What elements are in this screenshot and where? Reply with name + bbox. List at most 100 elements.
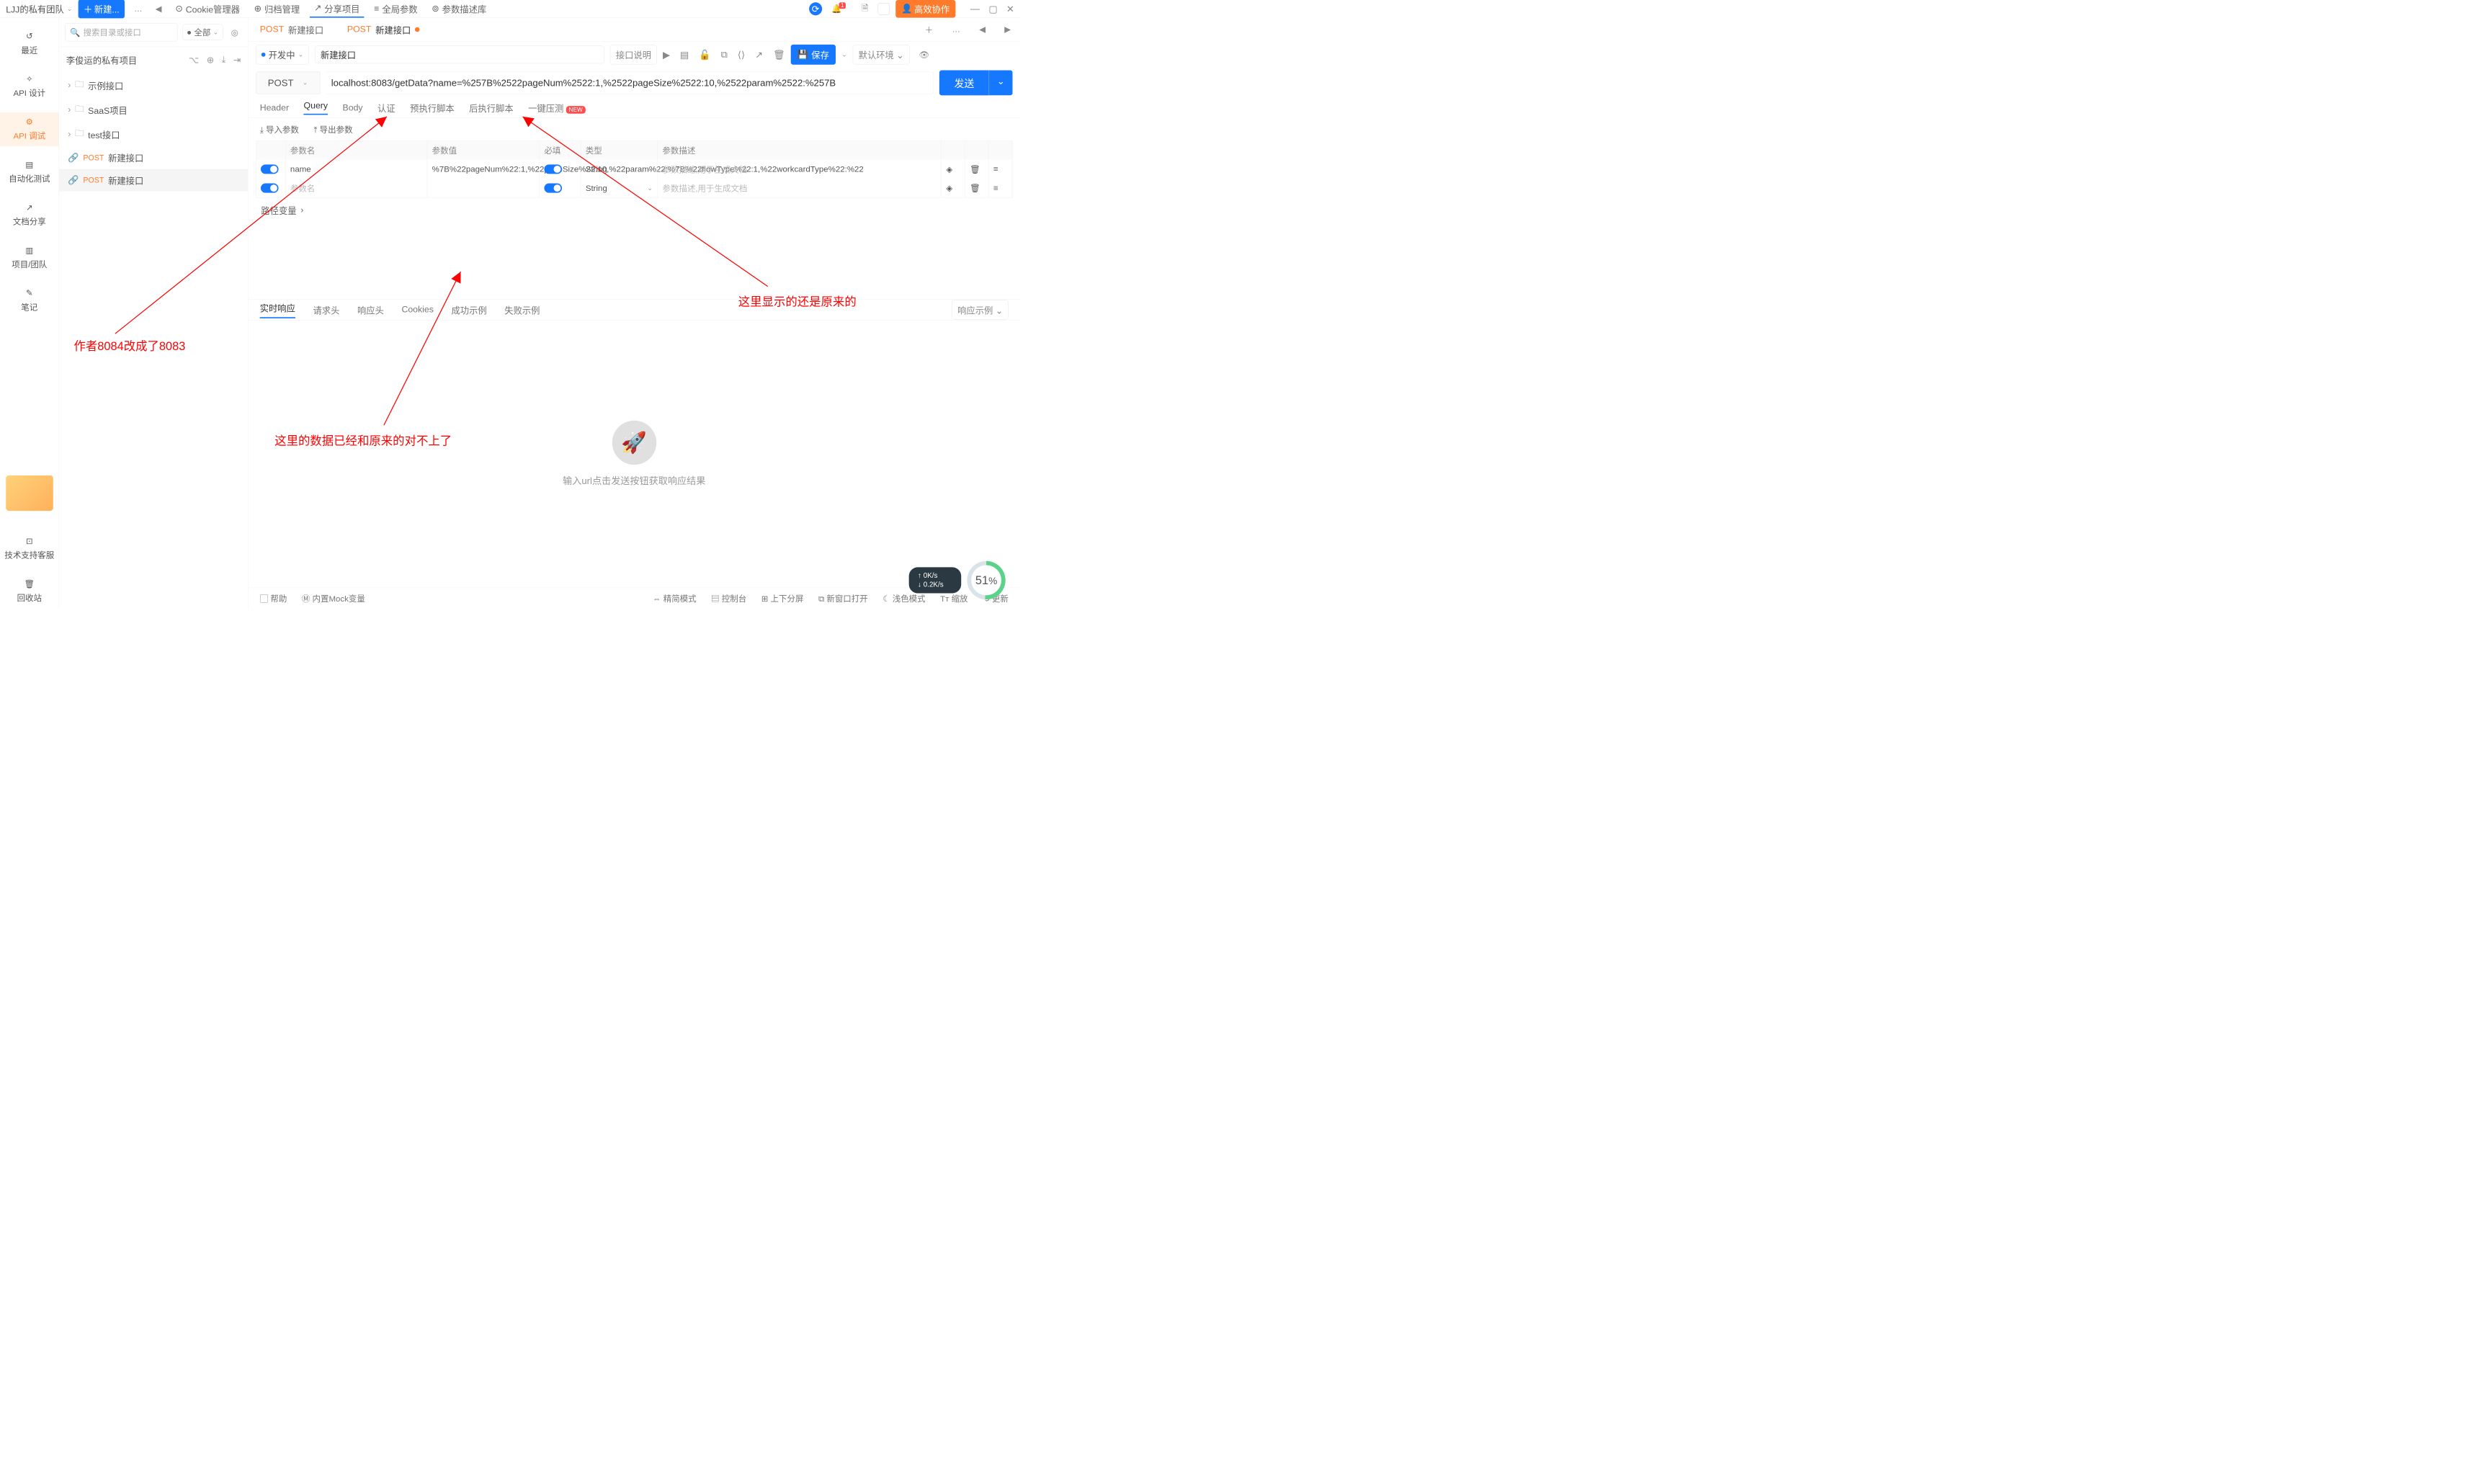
method-dropdown[interactable]: POST⌄ (256, 71, 320, 94)
save-more-icon[interactable]: ⌄ (841, 51, 847, 59)
rail-trash[interactable]: 🗑回收站 (0, 574, 59, 608)
lock-icon[interactable]: 🔓 (699, 49, 710, 61)
subtab-query[interactable]: Query (304, 101, 328, 115)
rail-api-debug[interactable]: ⚙API 调试 (0, 112, 59, 146)
tabmore-icon[interactable]: … (949, 23, 964, 36)
f-help[interactable]: ▢ 帮助 (260, 592, 287, 604)
table-row[interactable]: 参数名 String ⌄ 参数描述,用于生成文档 ◈ 🗑 ≡ (256, 179, 1012, 197)
param-desc-lib[interactable]: ⊚参数描述库 (428, 1, 491, 17)
avatar[interactable] (877, 3, 889, 14)
tab-0[interactable]: POST新建接口 (254, 18, 330, 41)
req-toggle[interactable] (544, 164, 562, 174)
cube-icon[interactable]: ◈ (942, 179, 965, 197)
req-toggle[interactable] (544, 184, 562, 193)
maximize-icon[interactable]: ▢ (988, 3, 997, 14)
rtab-fail[interactable]: 失败示例 (504, 303, 540, 316)
left-rail: ↺最近 ✧API 设计 ⚙API 调试 ▤自动化测试 ↗文档分享 ▥项目/团队 … (0, 18, 59, 609)
rail-notes[interactable]: ✎笔记 (0, 284, 59, 318)
share-project[interactable]: ↗分享项目 (310, 0, 364, 17)
search-input[interactable]: 🔍搜索目录或接口 (65, 23, 177, 41)
rtab-realtime[interactable]: 实时响应 (260, 301, 295, 318)
import-params[interactable]: ⤓ 导入参数 (260, 123, 299, 135)
cookie-manager[interactable]: ⊙Cookie管理器 (171, 1, 244, 17)
rail-support[interactable]: ⊡技术支持客服 (0, 532, 59, 566)
rtab-cookies[interactable]: Cookies (401, 305, 433, 315)
f-compact[interactable]: ⇔ 精简模式 (653, 592, 697, 604)
subtab-loadtest[interactable]: 一键压测NEW (528, 101, 586, 114)
close-icon[interactable]: ✕ (1006, 3, 1014, 14)
rail-autotest[interactable]: ▤自动化测试 (0, 155, 59, 189)
api-node-1[interactable]: 🔗POST新建接口 (59, 146, 248, 169)
rtab-resphead[interactable]: 响应头 (357, 303, 384, 316)
tab-1[interactable]: POST新建接口 (341, 18, 426, 41)
subtab-auth[interactable]: 认证 (377, 101, 396, 114)
export-icon[interactable]: ↗ (755, 49, 763, 61)
download-icon[interactable]: ⤓ (222, 55, 225, 65)
team-dropdown[interactable]: LJJ的私有团队⌄ (6, 2, 72, 15)
folder-saas[interactable]: ›🗀SaaS项目 (59, 97, 248, 122)
filter-all[interactable]: ●全部⌄ (182, 24, 223, 40)
collapse-icon[interactable]: ⇥ (233, 55, 241, 65)
export-params[interactable]: ⤒ 导出参数 (313, 123, 352, 135)
collab-button[interactable]: 👤高效协作 (895, 0, 955, 17)
addtab-icon[interactable]: ＋ (921, 22, 937, 37)
rail-api-design[interactable]: ✧API 设计 (0, 69, 59, 103)
api-node-2[interactable]: 🔗POST新建接口 (59, 169, 248, 191)
send-button[interactable]: 发送 (939, 70, 989, 95)
rail-doc-share[interactable]: ↗文档分享 (0, 198, 59, 232)
rowdel-icon[interactable]: 🗑 (965, 160, 989, 179)
subtab-body[interactable]: Body (343, 102, 363, 112)
rowmore-icon[interactable]: ≡ (988, 179, 1012, 197)
run-icon[interactable]: ▶ (663, 49, 670, 61)
f-console[interactable]: ▤ 控制台 (711, 592, 746, 604)
rtab-reqhead[interactable]: 请求头 (313, 303, 339, 316)
new-button[interactable]: ＋新建... (79, 0, 125, 18)
code-icon[interactable]: ⟨⟩ (738, 49, 745, 61)
rowdel-icon[interactable]: 🗑 (965, 179, 989, 197)
cube-icon[interactable]: ◈ (942, 160, 965, 179)
copy-icon[interactable]: ⧉ (721, 49, 728, 61)
url-input[interactable]: localhost:8083/getData?name=%257B%2522pa… (326, 71, 933, 94)
row-toggle[interactable] (261, 184, 279, 193)
api-name-input[interactable] (315, 46, 604, 64)
tabprev-icon[interactable]: ◀ (975, 23, 989, 36)
api-desc-button[interactable]: 接口说明 (610, 45, 657, 64)
path-variables[interactable]: 路径变量› (248, 198, 1020, 223)
rail-recent[interactable]: ↺最近 (0, 27, 59, 61)
bell-icon[interactable]: 🔔1 (828, 2, 852, 15)
subtab-postscript[interactable]: 后执行脚本 (469, 101, 513, 114)
subtab-header[interactable]: Header (260, 102, 289, 112)
newfolder-icon[interactable]: ⊕ (207, 55, 214, 65)
resp-example-dropdown[interactable]: 响应示例 ⌄ (952, 300, 1008, 319)
locate-icon[interactable]: ◎ (228, 25, 242, 38)
delete-icon[interactable]: 🗑 (773, 49, 785, 61)
env-dropdown[interactable]: 默认环境 ⌄ (853, 45, 909, 64)
save-button[interactable]: 💾保存 (791, 45, 836, 65)
branch-icon[interactable]: ⌥ (189, 55, 199, 65)
f-newwin[interactable]: ⧉ 新窗口打开 (818, 592, 868, 604)
promo-2022[interactable] (6, 475, 53, 511)
row-toggle[interactable] (261, 164, 279, 174)
archive-manager[interactable]: ⊕归档管理 (250, 1, 304, 17)
doc-icon[interactable]: ▤ (680, 49, 689, 61)
subtab-prescript[interactable]: 预执行脚本 (410, 101, 454, 114)
rowmore-icon[interactable]: ≡ (988, 160, 1012, 179)
status-dropdown[interactable]: 开发中⌄ (256, 45, 309, 64)
back-icon[interactable]: ◀ (152, 2, 166, 15)
folder-test[interactable]: ›🗀test接口 (59, 122, 248, 146)
f-mock[interactable]: Ⓜ 内置Mock变量 (302, 592, 365, 604)
empty-response: 🚀 输入url点击发送按钮获取响应结果 (248, 320, 1020, 587)
rtab-success[interactable]: 成功示例 (451, 303, 486, 316)
sync-icon[interactable]: ⟳ (809, 2, 822, 15)
note-icon[interactable]: 🗎 (858, 0, 872, 17)
eye-icon[interactable]: 👁 (916, 48, 933, 61)
more-icon[interactable]: … (130, 2, 146, 15)
rail-project-team[interactable]: ▥项目/团队 (0, 241, 59, 274)
folder-example[interactable]: ›🗀示例接口 (59, 73, 248, 97)
global-params[interactable]: ≡全局参数 (370, 1, 421, 17)
send-more-icon[interactable]: ⌄ (989, 70, 1013, 95)
minimize-icon[interactable]: — (970, 3, 980, 14)
tabnext-icon[interactable]: ▶ (1001, 23, 1014, 36)
table-row[interactable]: name %7B%22pageNum%22:1,%22pageSize%22:1… (256, 160, 1012, 179)
f-split[interactable]: ⊞ 上下分屏 (761, 592, 804, 604)
